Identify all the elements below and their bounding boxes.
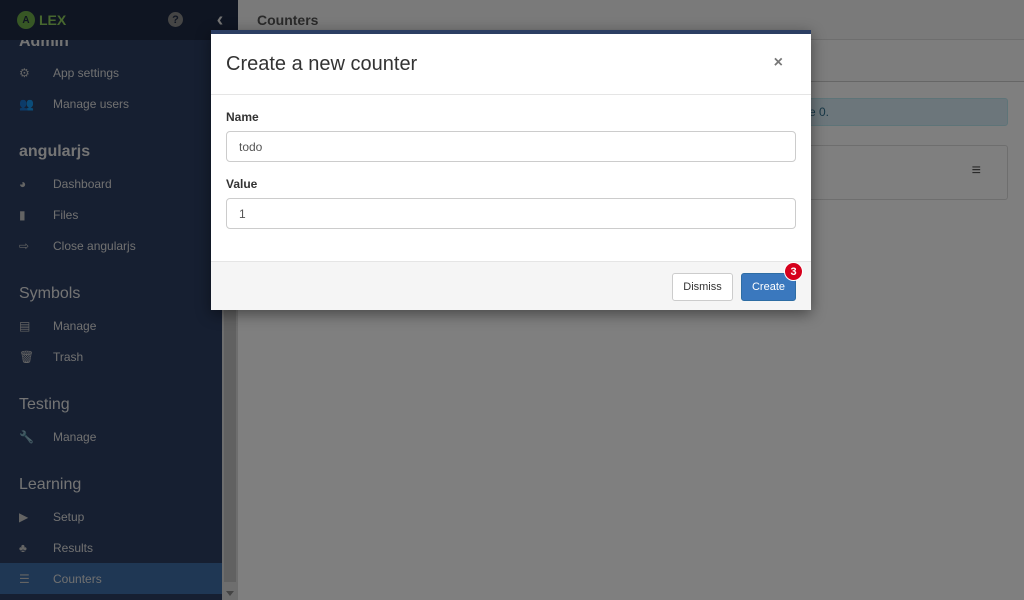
- name-label: Name: [226, 110, 259, 124]
- modal-title: Create a new counter: [226, 52, 418, 75]
- value-label: Value: [226, 177, 258, 191]
- step-badge: 3: [784, 262, 803, 281]
- dismiss-button[interactable]: Dismiss: [672, 273, 733, 301]
- name-input[interactable]: [226, 131, 796, 162]
- modal-body: Name Value: [211, 95, 811, 261]
- close-icon[interactable]: ×: [774, 54, 783, 72]
- modal-footer: Dismiss Create 3: [211, 261, 811, 310]
- modal-header: Create a new counter ×: [211, 34, 811, 95]
- create-counter-modal: Create a new counter × Name Value Dismis…: [211, 30, 811, 310]
- value-input[interactable]: [226, 198, 796, 229]
